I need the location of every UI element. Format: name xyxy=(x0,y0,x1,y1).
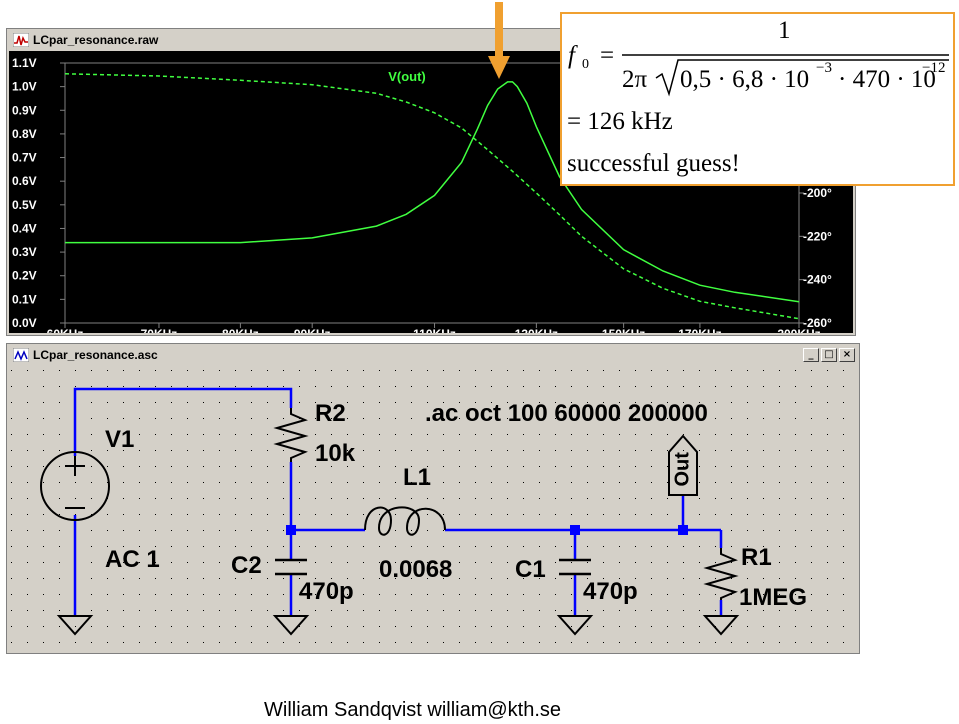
schematic-canvas[interactable]: V1 AC 1 R2 10k .ac oct 100 60000 200000 … xyxy=(11,370,854,651)
y-tick-label: 1.0V xyxy=(12,80,37,94)
y-tick-label: 0.7V xyxy=(12,151,37,165)
x-tick-label: 110KHz xyxy=(413,327,456,333)
y-tick-label: 0.0V xyxy=(12,316,37,330)
x-tick-label: 80KHz xyxy=(222,327,259,333)
formula-capacitance-exponent: −12 xyxy=(922,60,946,76)
x-tick-label: 60KHz xyxy=(47,327,84,333)
schematic-window-title: LCpar_resonance.asc xyxy=(33,348,158,362)
c2-value-label: 470p xyxy=(299,578,354,605)
resonance-arrow xyxy=(488,2,510,79)
y-tick-label: 1.1V xyxy=(12,56,37,70)
v1-value-label: AC 1 xyxy=(105,546,160,573)
y-tick-label: 0.5V xyxy=(12,198,37,212)
c1-value-label: 470p xyxy=(583,578,638,605)
y2-tick-label: -220° xyxy=(803,229,832,243)
l1-value-label: 0.0068 xyxy=(379,556,453,583)
formula-inductance: 0,5 · 6,8 · 10 xyxy=(680,66,810,93)
minimize-icon: _ xyxy=(808,349,814,360)
v1-name-label: V1 xyxy=(105,426,135,453)
footer-credit: William Sandqvist william@kth.se xyxy=(264,699,562,721)
waveform-window-title: LCpar_resonance.raw xyxy=(33,33,159,47)
trace-legend-label: V(out) xyxy=(388,69,426,84)
x-tick-label: 150KHz xyxy=(602,327,645,333)
formula-two-pi: 2π xyxy=(622,66,648,93)
l1-name-label: L1 xyxy=(403,464,432,491)
schematic-app-icon xyxy=(13,348,29,362)
r1-name-label: R1 xyxy=(741,544,772,571)
y-tick-label: 0.2V xyxy=(12,269,37,283)
y-tick-label: 0.4V xyxy=(12,221,37,235)
formula-result: = 126 kHz xyxy=(567,108,673,135)
r2-name-label: R2 xyxy=(315,400,346,427)
out-net-label: Out xyxy=(671,452,694,487)
x-tick-label: 130KHz xyxy=(515,327,558,333)
schematic-window: LCpar_resonance.asc _ □ × V1 AC 1 R2 10k… xyxy=(6,343,860,654)
y-tick-label: 0.8V xyxy=(12,127,37,141)
x-tick-label: 90KHz xyxy=(294,327,331,333)
waveform-app-icon xyxy=(13,33,29,47)
maximize-button[interactable]: □ xyxy=(821,348,837,362)
x-tick-label: 200KHz xyxy=(777,327,820,333)
formula-box: f 0 = 1 2π 0,5 · 6,8 · 10 −3 · 470 · 10 … xyxy=(560,12,955,186)
c2-name-label: C2 xyxy=(231,552,262,579)
y-tick-label: 0.1V xyxy=(12,292,37,306)
y2-tick-label: -200° xyxy=(803,186,832,200)
r1-value-label: 1MEG xyxy=(739,584,808,611)
formula-comment: successful guess! xyxy=(567,150,740,177)
formula-inductance-exponent: −3 xyxy=(816,60,832,76)
y-tick-label: 0.9V xyxy=(12,103,37,117)
minimize-button[interactable]: _ xyxy=(803,348,819,362)
directive-label[interactable]: .ac oct 100 60000 200000 xyxy=(425,400,708,428)
x-tick-label: 70KHz xyxy=(141,327,178,333)
y2-tick-label: -240° xyxy=(803,273,832,287)
y-tick-label: 0.6V xyxy=(12,174,37,188)
close-icon: × xyxy=(842,349,852,360)
r2-value-label: 10k xyxy=(315,440,356,467)
close-button[interactable]: × xyxy=(839,348,855,362)
y-tick-label: 0.3V xyxy=(12,245,37,259)
schematic-titlebar[interactable]: LCpar_resonance.asc _ □ × xyxy=(9,346,857,365)
maximize-icon: □ xyxy=(824,349,834,360)
x-tick-label: 170KHz xyxy=(678,327,721,333)
c1-name-label: C1 xyxy=(515,556,546,583)
